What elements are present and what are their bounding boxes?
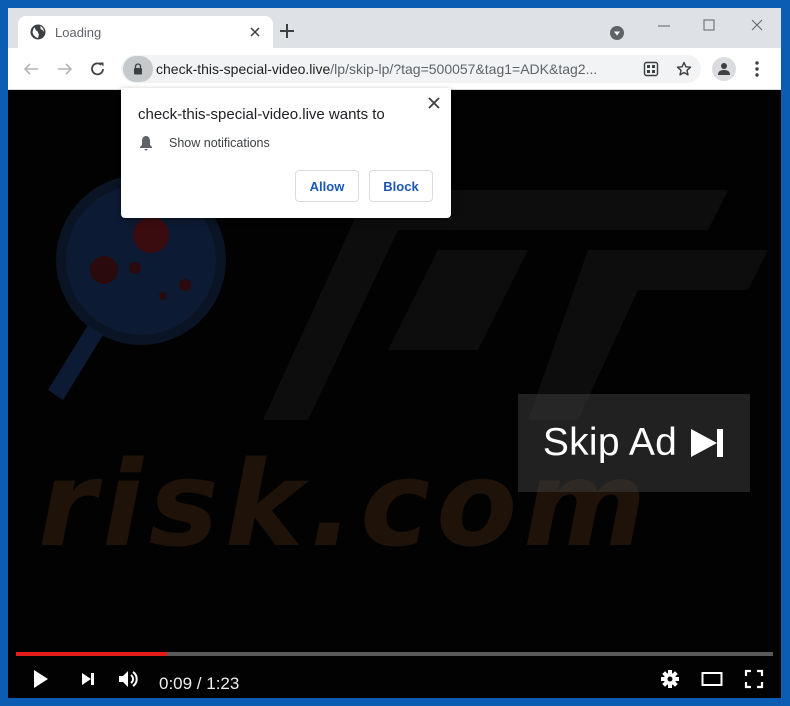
allow-button[interactable]: Allow	[295, 170, 359, 202]
next-icon[interactable]	[80, 668, 96, 690]
fullscreen-icon[interactable]	[744, 668, 764, 690]
tab-title: Loading	[55, 24, 102, 40]
block-button[interactable]: Block	[369, 170, 433, 202]
time-display: 0:09 / 1:23	[159, 674, 240, 693]
progress-played	[16, 652, 168, 656]
reload-icon[interactable]	[89, 60, 107, 78]
url-path: /lp/skip-lp/?tag=500057&tag1=ADK&tag2...	[330, 61, 598, 77]
menu-icon[interactable]	[751, 60, 763, 78]
notification-permission-prompt: check-this-special-video.live wants to S…	[121, 88, 451, 218]
permission-label: Show notifications	[169, 136, 270, 150]
prompt-close-icon[interactable]	[427, 96, 441, 110]
play-icon[interactable]	[32, 668, 50, 690]
toolbar: check-this-special-video.live/lp/skip-lp…	[8, 48, 781, 90]
qr-code-icon[interactable]	[643, 61, 659, 77]
profile-button[interactable]	[712, 57, 736, 81]
skip-next-icon	[691, 429, 724, 457]
site-info-button[interactable]	[123, 56, 153, 82]
maximize-icon[interactable]	[702, 18, 716, 32]
progress-bar[interactable]	[16, 652, 773, 656]
skip-ad-button[interactable]: Skip Ad	[518, 394, 750, 492]
lock-icon	[134, 63, 142, 75]
minimize-icon[interactable]	[656, 20, 672, 32]
globe-icon	[30, 24, 46, 40]
new-tab-icon[interactable]	[278, 22, 296, 40]
profile-icon	[718, 63, 730, 75]
bell-icon	[140, 136, 152, 151]
address-bar[interactable]: check-this-special-video.live/lp/skip-lp…	[121, 55, 701, 83]
skip-ad-label: Skip Ad	[542, 421, 678, 464]
browser-window: Loading check-this-special-video.live/lp…	[8, 8, 781, 698]
url-host: check-this-special-video.live	[156, 61, 331, 77]
volume-icon[interactable]	[118, 668, 140, 690]
close-icon[interactable]	[749, 17, 765, 33]
url-text: check-this-special-video.live/lp/skip-lp…	[156, 61, 597, 77]
tab-strip: Loading	[8, 8, 781, 48]
settings-icon[interactable]	[660, 668, 680, 690]
forward-icon[interactable]	[56, 60, 74, 78]
star-icon[interactable]	[676, 61, 692, 77]
back-icon[interactable]	[22, 60, 40, 78]
theater-mode-icon[interactable]	[701, 668, 723, 690]
tab-close-icon[interactable]	[247, 24, 263, 40]
tab-loading[interactable]: Loading	[18, 16, 273, 48]
prompt-title: check-this-special-video.live wants to	[138, 106, 385, 123]
tab-search-icon[interactable]	[610, 26, 624, 40]
